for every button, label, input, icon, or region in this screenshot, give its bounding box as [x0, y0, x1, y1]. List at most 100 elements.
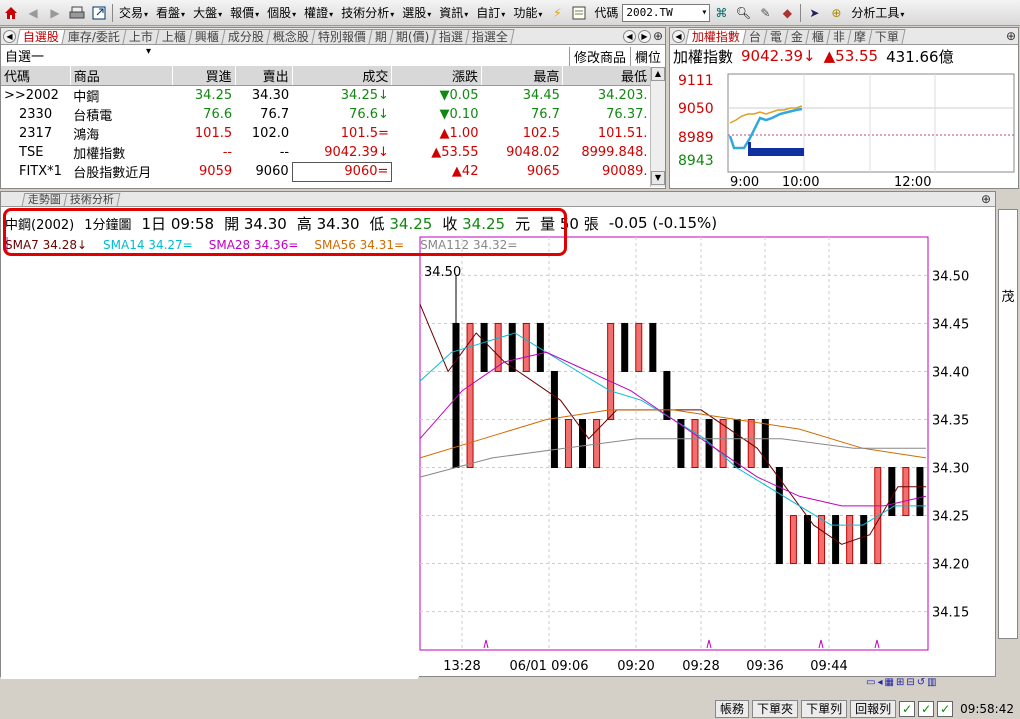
info-date: 1日 09:58: [141, 214, 215, 233]
sma112-label: SMA112 34.32=: [420, 238, 518, 252]
tab-concept[interactable]: 概念股: [266, 29, 316, 44]
chart-zoom-out-icon[interactable]: ⊟: [906, 677, 914, 693]
analysis-tools-menu[interactable]: 分析工具▾: [847, 4, 908, 21]
chart-zoom-in-icon[interactable]: ⊞: [896, 677, 904, 693]
popout-icon[interactable]: [90, 4, 108, 22]
notepad-icon[interactable]: [570, 4, 588, 22]
tab-futures-price[interactable]: 期(價): [389, 29, 437, 44]
pointer-icon[interactable]: ➤: [805, 4, 823, 22]
fields-button[interactable]: 欄位: [629, 47, 665, 66]
tab-emerging[interactable]: 興櫃: [188, 29, 226, 44]
home-icon[interactable]: [2, 4, 20, 22]
menu-market[interactable]: 大盤▾: [189, 4, 226, 21]
tab-index-options-all[interactable]: 指選全: [464, 29, 515, 44]
scroll-up-icon[interactable]: ▲: [651, 67, 665, 81]
quote-icon[interactable]: ⌘: [712, 4, 730, 22]
tab-taiex[interactable]: 加權指數: [685, 29, 747, 44]
analysis-icon[interactable]: ⊕: [827, 4, 845, 22]
menu-custom[interactable]: 自訂▾: [472, 4, 509, 21]
candle-down: [803, 515, 811, 565]
chart-undo-icon[interactable]: ↺: [917, 677, 925, 693]
menu-technical[interactable]: 技術分析▾: [337, 4, 398, 21]
menu-trade[interactable]: 交易▾: [115, 4, 152, 21]
cell-name: 鴻海: [73, 128, 100, 143]
col-name[interactable]: 商品: [70, 66, 173, 86]
col-high[interactable]: 最高: [481, 66, 564, 86]
lightning-icon[interactable]: ⚡: [548, 4, 566, 22]
col-bid[interactable]: 買進: [172, 66, 236, 86]
tag-icon[interactable]: ◆: [778, 4, 796, 22]
watchlist-scrollbar[interactable]: ▲ ▼: [650, 67, 665, 187]
tab-order[interactable]: 下單: [868, 29, 906, 44]
menu-warrant[interactable]: 權證▾: [300, 4, 337, 21]
tab-index-options[interactable]: 指選: [431, 29, 470, 44]
tab-scroll-left-icon[interactable]: ◀: [622, 29, 636, 43]
col-code[interactable]: 代碼: [1, 66, 71, 86]
menu-watch[interactable]: 看盤▾: [152, 4, 189, 21]
table-row[interactable]: 2330 台積電 76.6 76.7 76.6↓ ▼0.10 76.7 76.37.: [1, 105, 651, 124]
tab-special-quote[interactable]: 特別報價: [311, 29, 373, 44]
tab-watchlist[interactable]: 自選股: [16, 29, 66, 44]
col-last[interactable]: 成交: [292, 66, 393, 86]
x-tick-label: 06/01 09:06: [509, 659, 588, 674]
accounts-button[interactable]: 帳務: [715, 699, 750, 718]
chart-tool-icon[interactable]: ▦: [884, 677, 893, 693]
zoom-icon[interactable]: ⊕: [653, 29, 663, 43]
tab-inventory[interactable]: 庫存/委託: [61, 29, 127, 44]
side-stock-tab[interactable]: 茂: [998, 209, 1018, 639]
chart-pan-left-icon[interactable]: ◂: [877, 677, 882, 693]
cell-low: 101.51.: [563, 124, 651, 143]
order-bar-button[interactable]: 下單列: [801, 699, 848, 718]
tab-otc[interactable]: 上櫃: [155, 29, 193, 44]
cell-code: TSE: [19, 145, 44, 160]
print-icon[interactable]: [68, 4, 86, 22]
col-change[interactable]: 漲跌: [391, 66, 482, 86]
report-bar-button[interactable]: 回報列: [850, 699, 897, 718]
cell-chg: ▲42: [451, 164, 479, 179]
index-tab-prev-icon[interactable]: ◀: [672, 30, 685, 43]
tab-listed[interactable]: 上市: [122, 29, 160, 44]
col-low[interactable]: 最低: [562, 66, 651, 86]
cell-ask: --: [279, 145, 290, 160]
index-zoom-icon[interactable]: ⊕: [1006, 29, 1016, 43]
search-icon[interactable]: 🔍︎: [734, 4, 752, 22]
cell-ask: 34.30: [251, 88, 290, 103]
menu-function[interactable]: 功能▾: [509, 4, 546, 21]
info-close-label: 收: [442, 214, 458, 233]
list-select[interactable]: 自選一: [5, 46, 155, 65]
tab-components[interactable]: 成分股: [221, 29, 271, 44]
chart-scroll-icon[interactable]: ▭: [866, 677, 875, 693]
table-row[interactable]: >>2002 中鋼 34.25 34.30 34.25↓ ▼0.05 34.45 34.203…: [1, 86, 651, 105]
peak-label: 34.50: [424, 265, 461, 280]
chart-bars-icon[interactable]: ▥: [927, 677, 936, 693]
table-row[interactable]: TSE 加權指數 -- -- 9042.39↓ ▲53.55 9048.02 8999.848…: [1, 143, 651, 162]
status-check-2[interactable]: ✓: [918, 700, 935, 717]
status-bar: 帳務 下單夾 下單列 回報列 ✓ ✓ ✓ 09:58:42: [418, 698, 1020, 719]
cell-code: 2317: [19, 126, 53, 141]
menu-screener[interactable]: 選股▾: [398, 4, 435, 21]
cell-low: 90089.: [563, 162, 651, 181]
candle-down: [761, 418, 769, 469]
table-row[interactable]: FITX*1 台股指數近月 9059 9060 9060= ▲42 9065 90089.: [1, 161, 651, 182]
edit-products-button[interactable]: 修改商品: [568, 47, 630, 66]
scroll-down-icon[interactable]: ▼: [651, 171, 665, 185]
tab-scroll-right-icon[interactable]: ▶: [637, 29, 651, 43]
tools-icon[interactable]: ✎: [756, 4, 774, 22]
col-ask[interactable]: 賣出: [235, 66, 293, 86]
status-check-1[interactable]: ✓: [899, 700, 916, 717]
tab-prev-icon[interactable]: ◀: [3, 30, 16, 43]
info-vol-label: 量: [540, 214, 556, 233]
back-icon[interactable]: ◀: [24, 4, 42, 22]
table-row[interactable]: 2317 鴻海 101.5 102.0 101.5= ▲1.00 102.5 101.51.: [1, 124, 651, 143]
index-tabs: ◀ 加權指數 台 電 金 櫃 非 摩 下單 ⊕: [670, 28, 1018, 45]
order-folder-button[interactable]: 下單夾: [752, 699, 799, 718]
x-tick-label: 09:36: [746, 659, 783, 674]
code-input[interactable]: 2002.TW: [622, 3, 711, 22]
status-check-3[interactable]: ✓: [937, 700, 954, 717]
forward-icon[interactable]: ▶: [46, 4, 64, 22]
menu-stock[interactable]: 個股▾: [263, 4, 300, 21]
cell-low-value: 101.5: [597, 126, 636, 141]
menu-info[interactable]: 資訊▾: [435, 4, 472, 21]
menu-quote[interactable]: 報價▾: [226, 4, 263, 21]
info-period[interactable]: 1分鐘圖: [84, 214, 131, 233]
